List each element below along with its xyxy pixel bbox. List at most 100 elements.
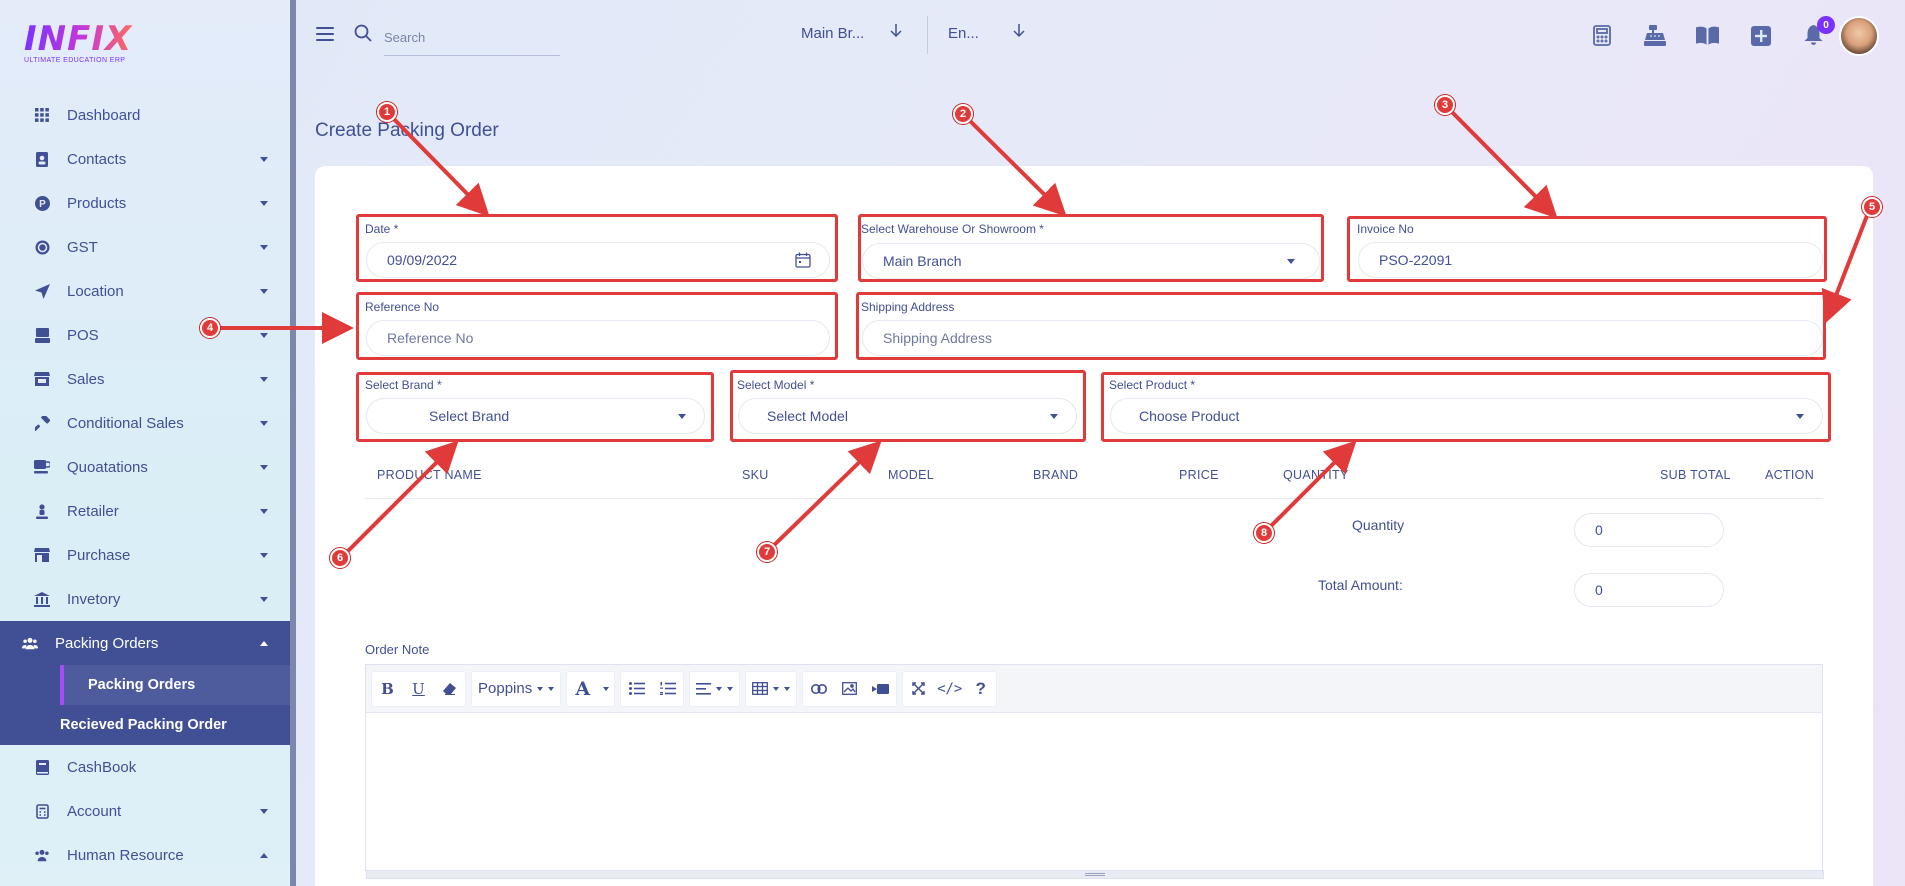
eraser-icon[interactable] xyxy=(434,671,465,707)
language-select[interactable]: En... xyxy=(948,24,1025,42)
callout-6: 6 xyxy=(330,548,350,568)
sidebar-subitem-packing-orders[interactable]: Packing Orders xyxy=(60,665,290,705)
sidebar-item-purchase[interactable]: Purchase xyxy=(0,533,290,577)
editor-resize-handle[interactable] xyxy=(366,870,1824,879)
sidebar-item-label: Location xyxy=(67,282,124,300)
shop-icon xyxy=(34,547,50,563)
annotation-box-invoice xyxy=(1347,216,1827,282)
notification-badge: 0 xyxy=(1817,16,1835,34)
search-input[interactable] xyxy=(384,20,560,56)
sidebar-item-contacts[interactable]: Contacts xyxy=(0,137,290,181)
sidebar-item-label: CashBook xyxy=(67,758,137,776)
caret-down-icon xyxy=(260,553,268,558)
font-family-value: Poppins xyxy=(478,680,533,697)
font-color-icon[interactable]: A xyxy=(567,671,598,707)
sidebar-item-retailer[interactable]: Retailer xyxy=(0,489,290,533)
sidebar-item-location[interactable]: Location xyxy=(0,269,290,313)
coin-icon xyxy=(34,239,50,255)
sidebar-item-label: Dashboard xyxy=(67,106,141,124)
sidebar-item-human-resource[interactable]: Human Resource xyxy=(0,833,290,877)
column-price: PRICE xyxy=(1179,468,1219,482)
sidebar-item-quoatations[interactable]: Quoatations xyxy=(0,445,290,489)
editor-content-area[interactable] xyxy=(366,713,1822,870)
callout-1: 1 xyxy=(377,102,397,122)
sidebar-submenu: Packing Orders Recieved Packing Order xyxy=(0,665,290,745)
color-dropdown[interactable] xyxy=(598,671,614,707)
paragraph-align-dropdown[interactable] xyxy=(689,670,741,707)
code-view-icon[interactable]: </> xyxy=(934,671,965,707)
logo-tagline: ULTIMATE EDUCATION ERP xyxy=(24,57,126,64)
sidebar-item-packing-orders[interactable]: Packing Orders xyxy=(0,621,290,665)
sidebar-item-label: Sales xyxy=(67,370,105,388)
arrow-down-icon xyxy=(1013,24,1025,42)
sidebar-item-label: Purchase xyxy=(67,546,131,564)
caret-up-icon xyxy=(260,641,268,646)
align-left-icon xyxy=(696,682,712,695)
plus-square-icon[interactable] xyxy=(1749,24,1772,47)
table-dropdown[interactable] xyxy=(745,670,798,707)
unordered-list-icon[interactable] xyxy=(621,671,652,707)
top-header: Main Br... En... 0 xyxy=(296,0,1905,70)
caret-down-icon xyxy=(260,289,268,294)
users-icon xyxy=(22,635,38,651)
sidebar-nav: Dashboard Contacts P Products GST Locati… xyxy=(0,93,290,877)
callout-5: 5 xyxy=(1862,197,1882,217)
annotation-box-shipping xyxy=(856,292,1826,360)
arrow-down-icon xyxy=(890,24,902,42)
sidebar-item-label: Account xyxy=(67,802,122,820)
link-icon[interactable] xyxy=(803,671,834,707)
ordered-list-icon[interactable] xyxy=(652,671,683,707)
book-icon xyxy=(34,759,50,775)
underline-icon[interactable]: U xyxy=(403,671,434,707)
sidebar-scrollbar[interactable] xyxy=(290,0,296,886)
font-family-dropdown[interactable]: Poppins xyxy=(471,670,562,707)
bold-icon[interactable]: B xyxy=(372,671,403,707)
column-sub-total: SUB TOTAL xyxy=(1660,468,1731,482)
branch-value: Main Br... xyxy=(801,24,865,42)
cash-register-icon[interactable] xyxy=(1643,24,1666,47)
branch-select[interactable]: Main Br... xyxy=(801,24,902,42)
sidebar-item-invetory[interactable]: Invetory xyxy=(0,577,290,621)
annotation-box-reference xyxy=(356,292,838,360)
total-amount-label: Total Amount: xyxy=(1318,577,1403,593)
sidebar-item-products[interactable]: P Products xyxy=(0,181,290,225)
caret-down-icon xyxy=(260,157,268,162)
menu-icon[interactable] xyxy=(316,27,334,41)
table-header-divider xyxy=(365,498,1823,499)
callout-3: 3 xyxy=(1435,95,1455,115)
avatar[interactable] xyxy=(1839,16,1879,56)
book-open-icon[interactable] xyxy=(1696,24,1719,47)
sidebar-item-account[interactable]: Account xyxy=(0,789,290,833)
sidebar-item-dashboard[interactable]: Dashboard xyxy=(0,93,290,137)
caret-down-icon xyxy=(260,421,268,426)
video-icon[interactable] xyxy=(865,671,896,707)
help-icon[interactable]: ? xyxy=(965,671,996,707)
sidebar-item-label: Retailer xyxy=(67,502,119,520)
sidebar-item-label: Packing Orders xyxy=(55,634,159,652)
caret-up-icon xyxy=(260,853,268,858)
column-quantity: QUANTITY xyxy=(1283,468,1349,482)
column-sku: SKU xyxy=(742,468,769,482)
quantity-value: 0 xyxy=(1595,522,1603,538)
store-icon xyxy=(34,371,50,387)
contacts-icon xyxy=(34,151,50,167)
table-icon xyxy=(752,682,769,695)
bell-icon[interactable]: 0 xyxy=(1802,16,1835,47)
total-amount-field[interactable]: 0 xyxy=(1574,573,1724,607)
sidebar-item-cashbook[interactable]: CashBook xyxy=(0,745,290,789)
fullscreen-icon[interactable] xyxy=(903,671,934,707)
caret-down-icon xyxy=(548,686,555,691)
sidebar-item-label: Products xyxy=(67,194,127,212)
caret-down-icon xyxy=(773,686,780,691)
calculator-icon[interactable] xyxy=(1590,24,1613,47)
sidebar-item-sales[interactable]: Sales xyxy=(0,357,290,401)
sidebar-item-pos[interactable]: POS xyxy=(0,313,290,357)
sidebar-subitem-recieved-packing-order[interactable]: Recieved Packing Order xyxy=(0,705,290,745)
sidebar-item-conditional-sales[interactable]: Conditional Sales xyxy=(0,401,290,445)
image-icon[interactable] xyxy=(834,671,865,707)
logo[interactable]: INFIX ULTIMATE EDUCATION ERP xyxy=(24,22,134,68)
quantity-field[interactable]: 0 xyxy=(1574,513,1724,547)
cup-icon xyxy=(34,459,50,475)
sidebar-item-gst[interactable]: GST xyxy=(0,225,290,269)
editor-toolbar: B U Poppins A </> ? xyxy=(366,665,1822,713)
